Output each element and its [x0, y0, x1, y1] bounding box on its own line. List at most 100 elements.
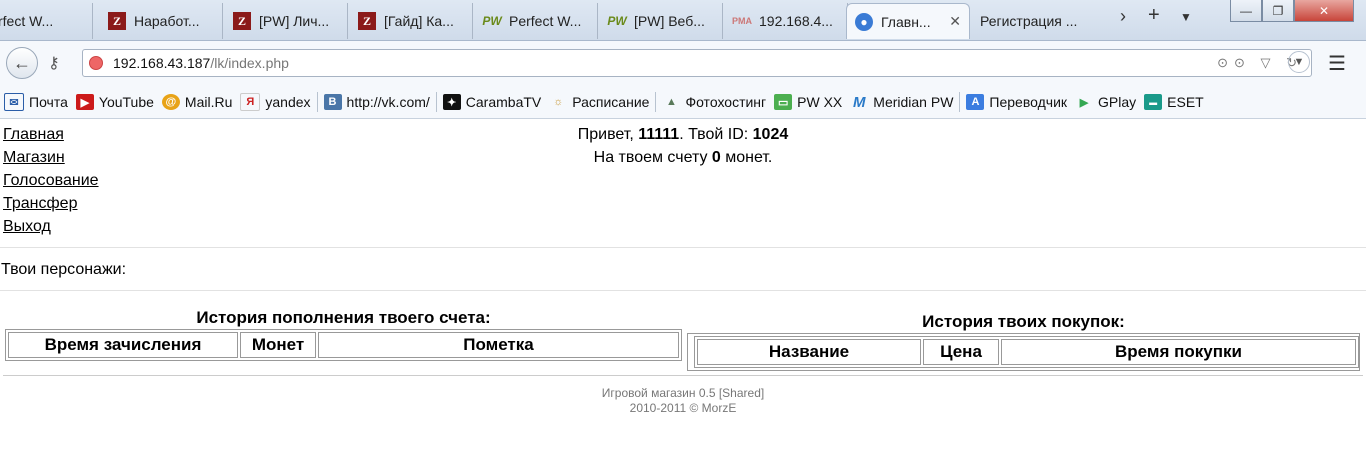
bookmark-yandex[interactable]: Я yandex — [240, 93, 311, 111]
tab-pw-web[interactable]: PW [PW] Веб... — [600, 3, 723, 39]
bookmark-vk[interactable]: В http://vk.com/ — [323, 94, 430, 110]
bookmark-label: http://vk.com/ — [346, 94, 430, 110]
greeting-block: Привет, 11111. Твой ID: 1024 На твоем сч… — [0, 123, 1366, 169]
main-menu: Главная Магазин Голосование Трансфер Вых… — [3, 123, 99, 238]
restore-window-icon[interactable]: ❐ — [1262, 0, 1294, 22]
tab-label: 192.168.4... — [759, 13, 833, 29]
tab-label: Perfect W... — [509, 13, 582, 29]
globe-icon: ● — [855, 12, 873, 31]
table-header-row: Название Цена Время покупки — [697, 339, 1356, 365]
eset-icon: ▬ — [1144, 94, 1163, 110]
bookmark-label: Mail.Ru — [184, 94, 233, 110]
url-host: 192.168.43.187 — [113, 55, 211, 71]
history-dropdown-icon[interactable]: ▼ — [1288, 51, 1310, 73]
back-button[interactable]: ← — [6, 47, 38, 79]
tab-perfect-world-2[interactable]: PW Perfect W... — [475, 3, 598, 39]
site-identity-icon[interactable] — [89, 56, 103, 70]
balance-prefix: На твоем счету — [593, 149, 712, 166]
gplay-icon: ▶ — [1079, 96, 1089, 109]
caramba-icon: ✦ — [442, 94, 461, 110]
tab-main-active[interactable]: ● Главн... ✕ — [846, 3, 970, 39]
column-header-time: Время зачисления — [8, 332, 238, 358]
pw-icon: PW — [482, 14, 502, 28]
topup-history-table: Время зачисления Монет Пометка — [5, 329, 682, 361]
bookmark-meridian[interactable]: M Meridian PW — [850, 93, 953, 111]
tab-label: Наработ... — [134, 13, 200, 29]
balance-suffix: монет. — [720, 149, 773, 166]
bookmark-label: GPlay — [1098, 94, 1137, 110]
tab-registration[interactable]: Регистрация ... — [972, 3, 1112, 39]
bookmark-separator — [435, 92, 437, 112]
bookmark-separator — [655, 92, 657, 112]
bookmark-label: ESET — [1167, 94, 1204, 110]
bookmark-youtube[interactable]: ▶ YouTube — [75, 94, 154, 110]
footer: Игровой магазин 0.5 [Shared] 2010-2011 ©… — [0, 386, 1366, 416]
bookmarks-bar: ✉ Почта ▶ YouTube @ Mail.Ru Я yandex В h… — [0, 86, 1366, 119]
back-arrow-icon: ← — [13, 52, 31, 73]
column-header-purchase-time: Время покупки — [1001, 339, 1356, 365]
address-bar[interactable]: 192.168.43.187/lk/index.php ⊙⊙ ▽ ↻ — [82, 49, 1312, 77]
pma-icon: PMA — [732, 16, 752, 26]
tab-narabotki[interactable]: Z Наработ... — [100, 3, 223, 39]
table-header-row: Время зачисления Монет Пометка — [8, 332, 679, 358]
bookmark-separator — [959, 92, 961, 112]
key-icon[interactable]: ⚷ — [48, 53, 60, 73]
greeting-prefix: Привет, — [577, 126, 639, 143]
footer-line-1: Игровой магазин 0.5 [Shared] — [601, 386, 765, 400]
bookmark-mailru[interactable]: @ Mail.Ru — [161, 94, 233, 110]
scroll-tabs-right-icon[interactable]: › — [1120, 6, 1126, 27]
minimize-window-icon[interactable]: — — [1230, 0, 1262, 22]
bookmark-translator[interactable]: A Переводчик — [966, 94, 1067, 110]
menu-link-vote[interactable]: Голосование — [3, 169, 99, 192]
vk-icon: В — [323, 94, 342, 110]
bookmark-carambatv[interactable]: ✦ CarambaTV — [442, 94, 541, 110]
bookmark-label: PW XX — [797, 94, 843, 110]
bookmark-pochta[interactable]: ✉ Почта — [4, 93, 68, 111]
bookmark-eset[interactable]: ▬ ESET — [1144, 94, 1204, 110]
schedule-icon: ☼ — [553, 96, 564, 108]
close-tab-icon[interactable]: ✕ — [949, 13, 961, 30]
tab-guide[interactable]: Z [Гайд] Ка... — [350, 3, 473, 39]
close-window-icon[interactable]: ✕ — [1294, 0, 1354, 22]
footer-divider — [3, 375, 1363, 376]
yandex-icon: Я — [240, 93, 261, 111]
bookmark-label: YouTube — [98, 94, 154, 110]
page-content: Привет, 11111. Твой ID: 1024 На твоем сч… — [0, 119, 1366, 450]
username: 11111 — [638, 126, 680, 143]
bookmark-separator — [316, 92, 318, 112]
mail-icon: ✉ — [4, 93, 24, 111]
purchase-history-table: Название Цена Время покупки — [694, 336, 1359, 368]
bookmark-pwxx[interactable]: ▭ PW XX — [774, 94, 842, 110]
tab-label: [Гайд] Ка... — [384, 13, 454, 29]
divider — [0, 290, 1366, 291]
mailru-icon: @ — [161, 94, 180, 110]
menu-link-shop[interactable]: Магазин — [3, 146, 99, 169]
tab-label: rfect W... — [0, 13, 54, 29]
new-tab-icon[interactable]: + — [1148, 4, 1160, 27]
menu-link-home[interactable]: Главная — [3, 123, 99, 146]
bookmark-gplay[interactable]: ▶ GPlay — [1075, 94, 1136, 110]
tab-pw-lich[interactable]: Z [PW] Лич... — [225, 3, 348, 39]
bookmark-photohosting[interactable]: ▲ Фотохостинг — [662, 94, 766, 110]
greeting-line: Привет, 11111. Твой ID: 1024 — [0, 123, 1366, 146]
footer-line-2: 2010-2011 © MorzE — [629, 401, 737, 415]
tab-perfect-world[interactable]: rfect W... — [0, 3, 93, 39]
tab-label: [PW] Лич... — [259, 13, 330, 29]
menu-link-transfer[interactable]: Трансфер — [3, 192, 99, 215]
tab-list-dropdown-icon[interactable]: ▼ — [1180, 10, 1192, 24]
bookmark-label: Фотохостинг — [685, 94, 767, 110]
meridian-icon: M — [853, 93, 866, 111]
tab-phpmyadmin[interactable]: PMA 192.168.4... — [725, 3, 848, 39]
bookmark-raspisanie[interactable]: ☼ Расписание — [549, 94, 649, 110]
bookmark-label: yandex — [265, 94, 311, 110]
topup-history-title: История пополнения твоего счета: — [196, 308, 491, 327]
menu-link-logout[interactable]: Выход — [3, 215, 99, 238]
z-icon: Z — [108, 12, 126, 30]
column-header-coins: Монет — [240, 332, 316, 358]
column-header-name: Название — [697, 339, 921, 365]
purchase-history: История твоих покупок: Название Цена Вре… — [687, 311, 1360, 371]
z-icon: Z — [358, 12, 376, 30]
z-icon: Z — [233, 12, 251, 30]
tab-strip: rfect W... Z Наработ... Z [PW] Лич... Z … — [0, 0, 1366, 41]
menu-icon[interactable]: ☰ — [1328, 51, 1346, 76]
